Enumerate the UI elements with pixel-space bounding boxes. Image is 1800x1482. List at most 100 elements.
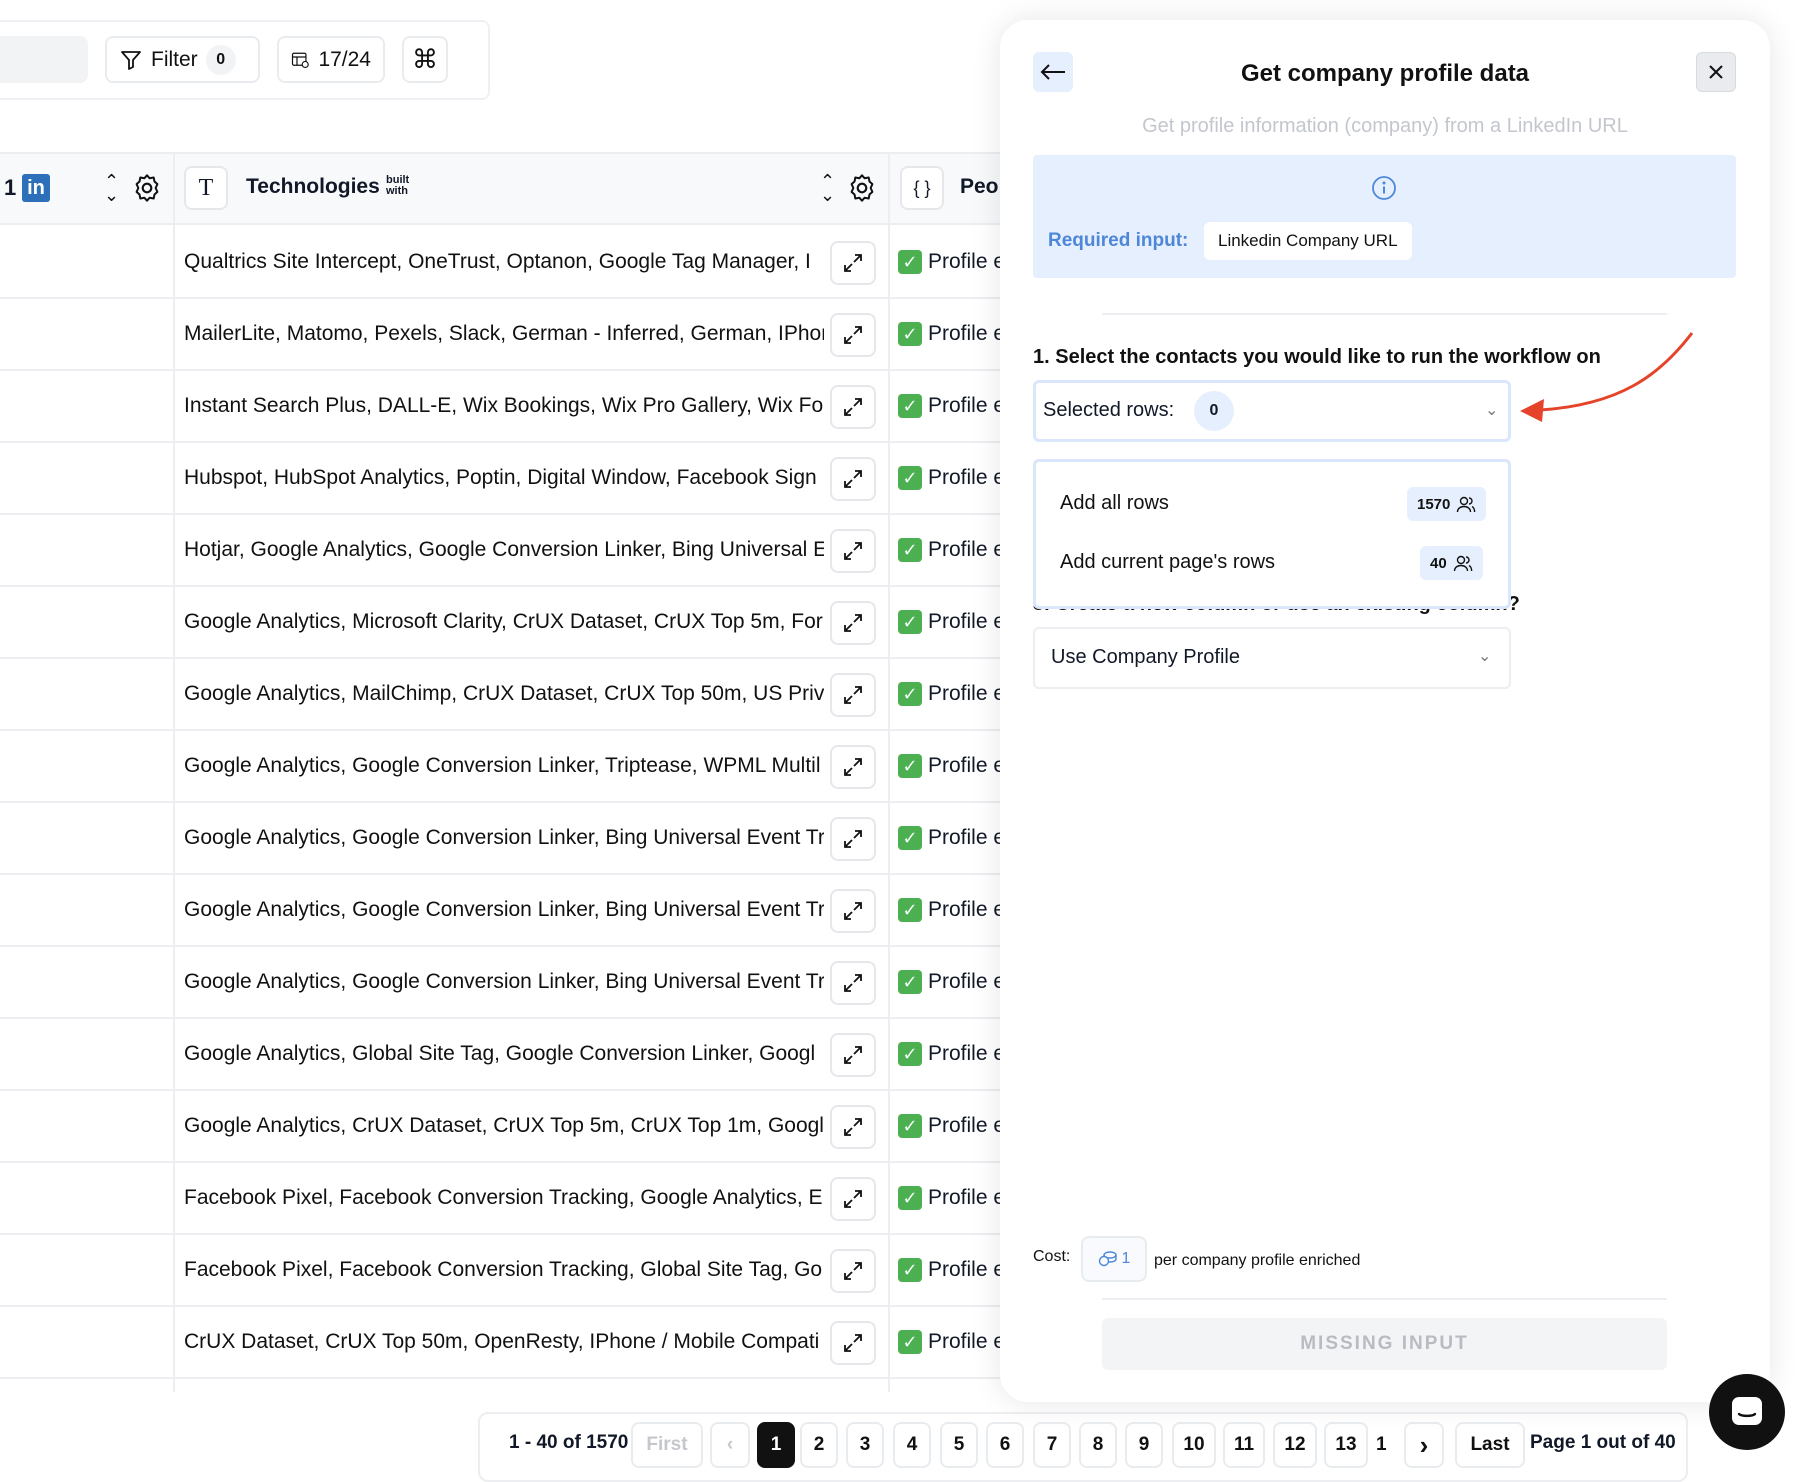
expand-icon — [844, 470, 862, 488]
add-page-rows-option[interactable]: Add current page's rows — [1060, 551, 1275, 574]
page-button[interactable]: 11 — [1223, 1422, 1265, 1468]
technologies-cell[interactable]: CrUX Dataset, CrUX Top 50m, OpenResty, I… — [184, 1307, 824, 1377]
expand-cell-button[interactable] — [830, 1033, 876, 1077]
technologies-cell[interactable]: Google Analytics, Google Conversion Link… — [184, 803, 824, 873]
technologies-cell[interactable]: Google Analytics, Global Site Tag, Googl… — [184, 1019, 824, 1089]
page-button[interactable]: 8 — [1079, 1422, 1117, 1468]
table-row[interactable]: MailerLite, Matomo, Pexels, Slack, Germa… — [0, 299, 1010, 371]
people-cell[interactable]: ✓ Profile e — [898, 731, 1005, 801]
expand-cell-button[interactable] — [830, 241, 876, 285]
expand-cell-button[interactable] — [830, 1105, 876, 1149]
close-button[interactable] — [1696, 52, 1736, 92]
people-cell[interactable]: ✓ Profile e — [898, 299, 1005, 369]
expand-cell-button[interactable] — [830, 817, 876, 861]
columns-button[interactable]: 17/24 — [277, 36, 385, 83]
chevron-down-icon: ⌄ — [1485, 402, 1499, 419]
people-cell[interactable]: ✓ Profile e — [898, 803, 1005, 873]
chat-widget-button[interactable] — [1709, 1374, 1785, 1450]
table-row[interactable]: Google Analytics, Google Conversion Link… — [0, 803, 1010, 875]
next-page-button[interactable]: › — [1404, 1422, 1444, 1468]
table-row[interactable]: Hubspot, HubSpot Analytics, Poptin, Digi… — [0, 443, 1010, 515]
expand-cell-button[interactable] — [830, 673, 876, 717]
sort-icon[interactable]: ⌃ ⌄ — [820, 172, 835, 204]
people-cell[interactable]: ✓ Profile e — [898, 1019, 1005, 1089]
table-row[interactable]: Google Analytics, Google Conversion Link… — [0, 875, 1010, 947]
sort-icon[interactable]: ⌃ ⌄ — [104, 172, 119, 204]
expand-cell-button[interactable] — [830, 601, 876, 645]
table-row[interactable]: Google Analytics, CrUX Dataset, CrUX Top… — [0, 1091, 1010, 1163]
page-button[interactable]: 1 — [1376, 1422, 1394, 1468]
first-page-button[interactable]: First — [631, 1422, 703, 1468]
expand-cell-button[interactable] — [830, 529, 876, 573]
people-cell[interactable]: ✓ Profile e — [898, 371, 1005, 441]
search-input[interactable] — [0, 36, 88, 83]
people-cell[interactable]: ✓ Profile e — [898, 659, 1005, 729]
technologies-cell[interactable]: Google Analytics, MailChimp, CrUX Datase… — [184, 659, 824, 729]
page-button[interactable]: 4 — [893, 1422, 931, 1468]
table-row[interactable]: Google Analytics, MailChimp, CrUX Datase… — [0, 659, 1010, 731]
table-row[interactable]: Qualtrics Site Intercept, OneTrust, Opta… — [0, 227, 1010, 299]
table-row[interactable]: Hotjar, Google Analytics, Google Convers… — [0, 515, 1010, 587]
people-cell-text: Profile e — [928, 1186, 1006, 1209]
technologies-cell[interactable]: Google Analytics, CrUX Dataset, CrUX Top… — [184, 1091, 824, 1161]
technologies-cell[interactable]: MailerLite, Matomo, Pexels, Slack, Germa… — [184, 299, 824, 369]
technologies-cell[interactable]: Google Analytics, Google Conversion Link… — [184, 947, 824, 1017]
people-cell[interactable]: ✓ Profile e — [898, 443, 1005, 513]
technologies-cell[interactable]: Google Analytics, Microsoft Clarity, CrU… — [184, 587, 824, 657]
expand-cell-button[interactable] — [830, 385, 876, 429]
page-button[interactable]: 7 — [1033, 1422, 1071, 1468]
technologies-cell[interactable]: Hubspot, HubSpot Analytics, Poptin, Digi… — [184, 443, 824, 513]
people-cell[interactable]: ✓ Profile e — [898, 515, 1005, 585]
people-cell[interactable]: ✓ Profile e — [898, 1235, 1005, 1305]
table-row[interactable]: Google Analytics, Microsoft Clarity, CrU… — [0, 587, 1010, 659]
expand-cell-button[interactable] — [830, 313, 876, 357]
last-page-button[interactable]: Last — [1455, 1422, 1525, 1468]
technologies-cell[interactable]: Google Analytics, Google Conversion Link… — [184, 731, 824, 801]
people-cell[interactable]: ✓ Profile e — [898, 1163, 1005, 1233]
filter-button[interactable]: Filter 0 — [105, 36, 260, 83]
people-cell[interactable]: ✓ Profile e — [898, 1307, 1005, 1377]
expand-cell-button[interactable] — [830, 889, 876, 933]
page-button[interactable]: 10 — [1172, 1422, 1216, 1468]
people-cell[interactable]: ✓ Profile e — [898, 947, 1005, 1017]
prev-page-button[interactable]: ‹ — [710, 1422, 750, 1468]
technologies-cell[interactable]: Instant Search Plus, DALL-E, Wix Booking… — [184, 371, 824, 441]
column-settings-icon[interactable] — [846, 172, 878, 204]
table-row[interactable]: Instant Search Plus, DALL-E, Wix Booking… — [0, 371, 1010, 443]
page-button[interactable]: 9 — [1125, 1422, 1163, 1468]
table-row[interactable]: CrUX Dataset, CrUX Top 50m, OpenResty, I… — [0, 1307, 1010, 1379]
table-row[interactable]: Facebook Pixel, Facebook Conversion Trac… — [0, 1163, 1010, 1235]
add-all-rows-option[interactable]: Add all rows — [1060, 492, 1169, 515]
table-row[interactable]: Google Analytics, Google Conversion Link… — [0, 731, 1010, 803]
page-button[interactable]: 3 — [846, 1422, 884, 1468]
expand-cell-button[interactable] — [830, 745, 876, 789]
people-cell-text: Profile e — [928, 322, 1006, 345]
page-button[interactable]: 1 — [757, 1422, 795, 1468]
expand-cell-button[interactable] — [830, 1321, 876, 1365]
people-cell[interactable]: ✓ Profile e — [898, 587, 1005, 657]
technologies-cell[interactable]: Qualtrics Site Intercept, OneTrust, Opta… — [184, 227, 824, 297]
technologies-cell[interactable]: Facebook Pixel, Facebook Conversion Trac… — [184, 1163, 824, 1233]
expand-cell-button[interactable] — [830, 1249, 876, 1293]
chevron-right-icon: › — [1419, 1429, 1429, 1460]
command-button[interactable]: ⌘ — [402, 36, 448, 83]
column-settings-icon[interactable] — [131, 172, 163, 204]
table-row[interactable]: Google Analytics, Global Site Tag, Googl… — [0, 1019, 1010, 1091]
page-button[interactable]: 12 — [1273, 1422, 1317, 1468]
table-row[interactable]: Google Analytics, Google Conversion Link… — [0, 947, 1010, 1019]
people-cell[interactable]: ✓ Profile e — [898, 875, 1005, 945]
expand-cell-button[interactable] — [830, 1177, 876, 1221]
expand-cell-button[interactable] — [830, 961, 876, 1005]
technologies-cell[interactable]: Facebook Pixel, Facebook Conversion Trac… — [184, 1235, 824, 1305]
expand-cell-button[interactable] — [830, 457, 876, 501]
technologies-cell[interactable]: Google Analytics, Google Conversion Link… — [184, 875, 824, 945]
technologies-cell[interactable]: Hotjar, Google Analytics, Google Convers… — [184, 515, 824, 585]
page-button[interactable]: 13 — [1324, 1422, 1368, 1468]
page-button[interactable]: 6 — [986, 1422, 1024, 1468]
table-row[interactable]: Facebook Pixel, Facebook Conversion Trac… — [0, 1235, 1010, 1307]
missing-input-button[interactable]: MISSING INPUT — [1102, 1318, 1667, 1370]
page-button[interactable]: 5 — [940, 1422, 978, 1468]
people-cell[interactable]: ✓ Profile e — [898, 1091, 1005, 1161]
page-button[interactable]: 2 — [800, 1422, 838, 1468]
people-cell[interactable]: ✓ Profile e — [898, 227, 1005, 297]
